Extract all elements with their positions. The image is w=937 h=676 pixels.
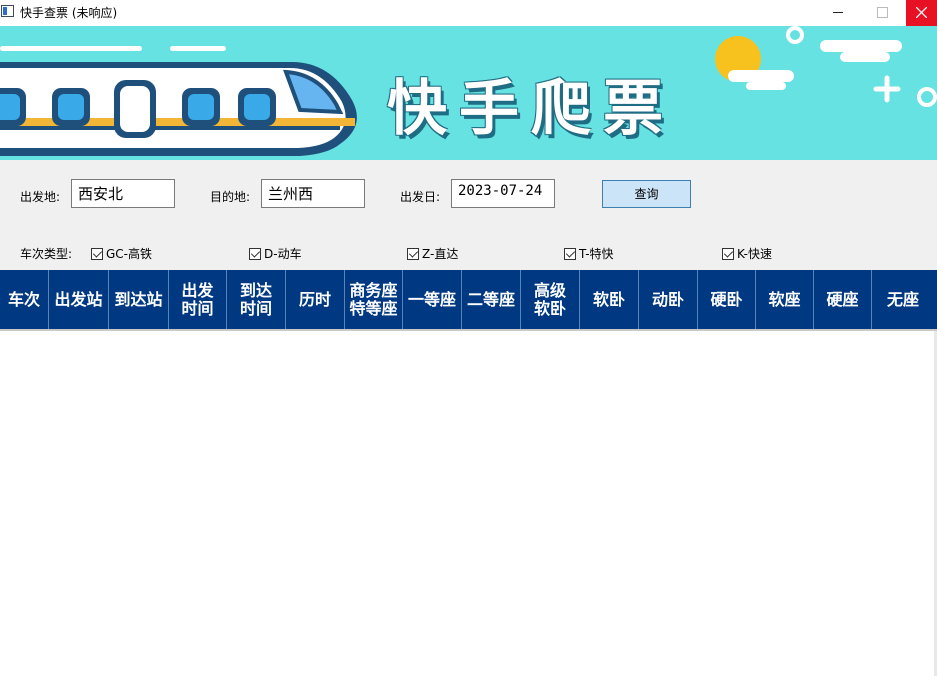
column-header[interactable]: 软卧: [580, 270, 639, 329]
checkbox-label: D-动车: [264, 247, 302, 261]
checkbox-checked-icon[interactable]: [407, 248, 419, 260]
date-label: 出发日:: [400, 190, 441, 204]
from-input[interactable]: 西安北: [71, 179, 175, 208]
column-header[interactable]: 历时: [286, 270, 345, 329]
to-input[interactable]: 兰州西: [261, 179, 365, 208]
column-header[interactable]: 出发站: [49, 270, 109, 329]
checkbox-gc[interactable]: GC-高铁: [91, 245, 152, 262]
checkbox-checked-icon[interactable]: [564, 248, 576, 260]
banner-title: 快手爬票: [387, 74, 675, 144]
checkbox-checked-icon[interactable]: [249, 248, 261, 260]
column-header[interactable]: 硬卧: [698, 270, 756, 329]
column-header[interactable]: 无座: [872, 270, 934, 329]
from-label: 出发地:: [20, 190, 61, 204]
column-header[interactable]: 硬座: [814, 270, 872, 329]
checkbox-d[interactable]: D-动车: [249, 245, 302, 262]
results-table[interactable]: [0, 329, 937, 676]
close-button[interactable]: [906, 0, 937, 26]
close-icon: [916, 7, 927, 18]
checkbox-label: K-快速: [737, 247, 772, 261]
column-header[interactable]: 一等座: [403, 270, 462, 329]
minimize-button[interactable]: [822, 0, 853, 26]
checkbox-label: GC-高铁: [106, 247, 153, 261]
title-bar: 快手查票 (未响应): [0, 0, 937, 26]
checkbox-checked-icon[interactable]: [722, 248, 734, 260]
column-header[interactable]: 动卧: [639, 270, 698, 329]
date-input[interactable]: 2023-07-24: [451, 179, 555, 208]
column-header[interactable]: 商务座 特等座: [345, 270, 403, 329]
window-title: 快手查票 (未响应): [20, 6, 118, 20]
checkbox-z[interactable]: Z-直达: [407, 245, 458, 262]
train-type-label: 车次类型:: [20, 247, 73, 261]
checkbox-label: T-特快: [579, 247, 614, 261]
train-icon: [0, 62, 357, 156]
checkbox-k[interactable]: K-快速: [722, 245, 772, 262]
column-header[interactable]: 车次: [0, 270, 49, 329]
checkbox-label: Z-直达: [422, 247, 459, 261]
checkbox-t[interactable]: T-特快: [564, 245, 614, 262]
maximize-button[interactable]: [867, 0, 898, 26]
column-header[interactable]: 高级 软卧: [521, 270, 580, 329]
column-header[interactable]: 到达站: [109, 270, 169, 329]
app-icon: [1, 5, 14, 17]
app-window: 快手查票 (未响应) 快手爬票 出发地: 西安北 目的地: 兰州西 出发日: 2…: [0, 0, 937, 676]
column-header[interactable]: 到达 时间: [227, 270, 286, 329]
column-header[interactable]: 二等座: [462, 270, 521, 329]
query-button[interactable]: 查询: [602, 180, 691, 208]
column-header[interactable]: 出发 时间: [169, 270, 227, 329]
table-header: 车次 出发站 到达站 出发 时间 到达 时间 历时 商务座 特等座 一等座 二等…: [0, 270, 937, 329]
checkbox-checked-icon[interactable]: [91, 248, 103, 260]
banner: 快手爬票: [0, 26, 937, 160]
search-form: 出发地: 西安北 目的地: 兰州西 出发日: 2023-07-24 查询 车次类…: [0, 160, 937, 271]
column-header[interactable]: 软座: [756, 270, 814, 329]
to-label: 目的地:: [210, 190, 251, 204]
